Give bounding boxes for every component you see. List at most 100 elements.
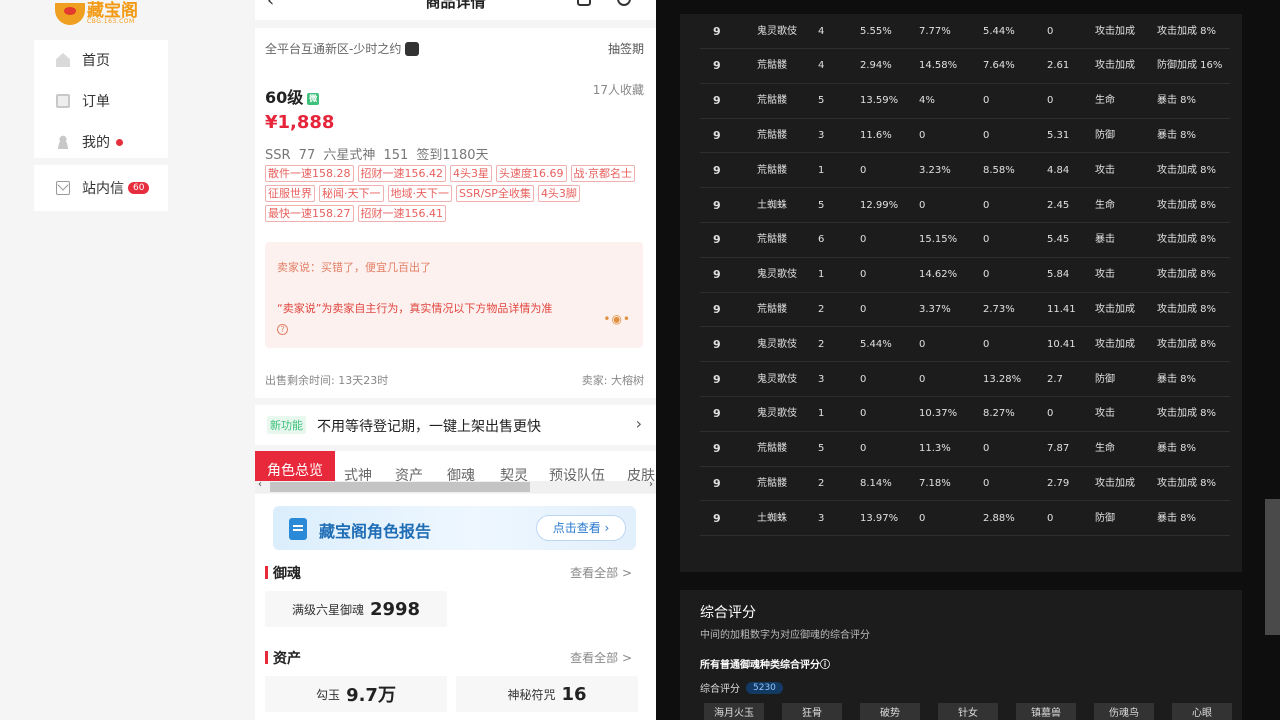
- row-set-name: 荒骷髅: [757, 443, 787, 455]
- row-stat-a: 5.55%: [860, 25, 892, 37]
- feature-tag: 战·京都名士: [570, 165, 635, 182]
- row-stat-d: 2.79: [1047, 477, 1070, 489]
- feature-tag: 征服世界: [265, 185, 315, 202]
- row-main-stat: 攻击加成: [1095, 60, 1135, 72]
- tab-preset-team[interactable]: 预设队伍: [549, 465, 605, 481]
- level-tag: 微: [307, 93, 320, 105]
- row-main-stat: 防御: [1095, 373, 1115, 385]
- row-position: 3: [818, 512, 825, 524]
- share-icon[interactable]: [577, 0, 591, 6]
- role-report-banner[interactable]: 藏宝阁角色报告 点击查看 ›: [273, 506, 636, 550]
- row-set-bonus: 攻击加成 8%: [1157, 164, 1217, 176]
- nav-item-orders[interactable]: 订单: [56, 91, 110, 111]
- row-stat-d: 7.87: [1047, 443, 1070, 455]
- help-icon[interactable]: ?: [277, 324, 288, 335]
- row-position: 5: [818, 199, 825, 211]
- row-main-stat: 攻击加成: [1095, 338, 1135, 350]
- table-row: 9 土蜘蛛 5 12.99% 0 0 2.45 生命 攻击加成 8%: [700, 188, 1230, 223]
- seller-says: 卖家说：买错了，便宜几百出了: [277, 261, 431, 274]
- row-stat-a: 0: [860, 373, 867, 385]
- row-level: 9: [713, 268, 721, 282]
- nav-item-messages[interactable]: 站内信 60: [56, 178, 150, 198]
- yuhun-type-chip[interactable]: 破势: [860, 703, 920, 720]
- yuhun-table: 9 鬼灵歌伎 4 5.55% 7.77% 5.44% 0 攻击加成 攻击加成 8% 9 荒骷髅 4 2.…: [680, 14, 1242, 572]
- stat-value: 2998: [369, 598, 421, 620]
- nav-item-me[interactable]: 我的: [56, 132, 123, 152]
- row-stat-b: 7.18%: [919, 477, 951, 489]
- tab-assets[interactable]: 资产: [395, 465, 423, 481]
- scroll-left-icon[interactable]: ‹: [258, 479, 262, 490]
- scroll-thumb[interactable]: [270, 482, 530, 492]
- assets-view-all-link[interactable]: 查看全部 >: [570, 649, 632, 666]
- stat-label: 勾玉: [316, 687, 341, 702]
- quick-listing-banner[interactable]: 新功能 不用等待登记期，一键上架出售更快 ›: [255, 405, 656, 445]
- nav-item-home[interactable]: 首页: [56, 50, 110, 70]
- yuhun-type-chip[interactable]: 狂骨: [782, 703, 842, 720]
- server-info: 全平台互通新区-少时之约: [265, 40, 420, 57]
- row-stat-c: 0: [983, 443, 990, 455]
- seller-message-box: 卖家说：买错了，便宜几百出了 “卖家说”为卖家自主行为，真实情况以下方物品详情为…: [265, 242, 643, 348]
- vertical-scrollbar-thumb[interactable]: [1265, 499, 1280, 635]
- row-position: 1: [818, 408, 825, 420]
- table-row: 9 荒骷髅 2 8.14% 7.18% 0 2.79 攻击加成 攻击加成 8%: [700, 466, 1230, 502]
- feature-tag: SSR/SP全收集: [456, 185, 534, 202]
- table-row: 9 鬼灵歌伎 3 0 0 13.28% 2.7 防御 暴击 8%: [700, 362, 1230, 397]
- left-navigation: 藏宝阁 CBG.163.COM 首页 订单 我的 站内信 60: [0, 0, 255, 720]
- row-stat-d: 0: [1047, 512, 1054, 524]
- row-position: 3: [818, 373, 825, 385]
- feature-tag: 秘闻·天下一: [319, 185, 384, 202]
- row-main-stat: 攻击: [1095, 408, 1115, 420]
- feature-tag: 招财一速156.42: [357, 165, 446, 182]
- row-stat-d: 0: [1047, 95, 1054, 107]
- report-document-icon: [289, 518, 307, 540]
- horizontal-scrollbar[interactable]: ‹ ›: [255, 479, 656, 493]
- table-row: 9 荒骷髅 1 0 3.23% 8.58% 4.84 攻击 攻击加成 8%: [700, 153, 1230, 189]
- nav-label: 订单: [82, 94, 110, 110]
- tab-yuhun[interactable]: 御魂: [447, 465, 475, 481]
- tab-qiling[interactable]: 契灵: [500, 465, 528, 481]
- stat-value: 16: [561, 683, 587, 705]
- row-position: 1: [818, 269, 825, 281]
- row-set-name: 鬼灵歌伎: [757, 373, 797, 385]
- notification-dot: [116, 138, 123, 146]
- row-set-name: 荒骷髅: [757, 95, 787, 107]
- yuhun-type-chip[interactable]: 镇墓兽: [1016, 703, 1076, 720]
- row-position: 2: [818, 338, 825, 350]
- row-set-bonus: 攻击加成 8%: [1157, 25, 1217, 37]
- treasure-coin-icon: [55, 3, 85, 25]
- yuhun-section-title: 御魂: [265, 563, 301, 583]
- view-report-button[interactable]: 点击查看 ›: [536, 515, 626, 541]
- scroll-right-icon[interactable]: ›: [649, 479, 653, 490]
- row-stat-a: 0: [860, 408, 867, 420]
- yuhun-type-chip[interactable]: 海月火玉: [704, 703, 764, 720]
- remaining-time: 出售剩余时间: 13天23时: [265, 374, 389, 387]
- yuhun-view-all-link[interactable]: 查看全部 >: [570, 564, 632, 581]
- feature-tags: 散件一速158.28 招财一速156.42 4头3星 头速度16.69 战·京都…: [265, 165, 650, 222]
- apple-platform-icon: [405, 41, 420, 56]
- tab-overview[interactable]: 角色总览: [255, 451, 335, 481]
- feature-tag: 4头3星: [450, 165, 492, 182]
- row-main-stat: 生命: [1095, 199, 1115, 211]
- row-position: 2: [818, 303, 825, 315]
- row-set-name: 土蜘蛛: [757, 199, 787, 211]
- row-level: 9: [713, 128, 721, 142]
- more-dots-icon[interactable]: •◉•: [603, 312, 631, 326]
- row-set-name: 土蜘蛛: [757, 512, 787, 524]
- row-position: 5: [818, 95, 825, 107]
- row-set-bonus: 暴击 8%: [1157, 95, 1197, 107]
- yuhun-type-chip[interactable]: 针女: [938, 703, 998, 720]
- table-row: 9 荒骷髅 4 2.94% 14.58% 7.64% 2.61 攻击加成 防御加成 16%: [700, 49, 1230, 84]
- tab-shikigami[interactable]: 式神: [344, 465, 372, 481]
- yuhun-type-chip[interactable]: 伤魂鸟: [1094, 703, 1154, 720]
- row-set-name: 荒骷髅: [757, 477, 787, 489]
- seller-name: 卖家: 大榕树: [581, 374, 644, 387]
- banner-text: 不用等待登记期，一键上架出售更快: [317, 419, 541, 435]
- yuhun-type-chip[interactable]: 心眼: [1172, 703, 1232, 720]
- chevron-right-icon: ›: [635, 414, 642, 433]
- row-stat-d: 4.84: [1047, 164, 1070, 176]
- stat-label: 神秘符咒: [507, 687, 556, 702]
- row-stat-b: 0: [919, 338, 926, 350]
- table-row: 9 土蜘蛛 3 13.97% 0 2.88% 0 防御 暴击 8%: [700, 501, 1230, 537]
- row-stat-d: 2.7: [1047, 373, 1063, 385]
- favorite-count[interactable]: 17人收藏: [593, 81, 644, 98]
